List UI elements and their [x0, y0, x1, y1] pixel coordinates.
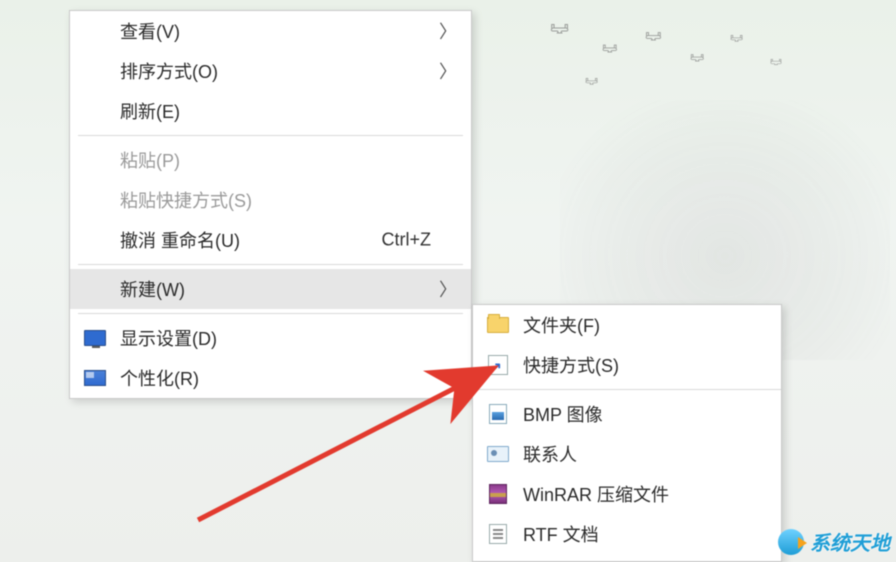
menu-item-personalize[interactable]: 个性化(R) — [70, 358, 471, 398]
menu-item-view[interactable]: 查看(V) 〉 — [70, 11, 471, 51]
menu-item-display-settings[interactable]: 显示设置(D) — [70, 318, 471, 358]
globe-logo-icon — [778, 529, 804, 555]
menu-item-label: WinRAR 压缩文件 — [523, 481, 669, 507]
shortcut-arrow-icon — [487, 355, 509, 375]
submenu-item-folder[interactable]: 文件夹(F) — [473, 305, 781, 345]
bmp-file-icon — [487, 404, 509, 424]
wallpaper-bird-icon: 𐃟 — [690, 50, 704, 67]
watermark: 系统天地 — [778, 527, 890, 556]
menu-separator — [78, 135, 463, 136]
wallpaper-bird-icon: 𐃟 — [730, 32, 743, 47]
folder-icon — [487, 315, 509, 335]
menu-item-label: 刷新(E) — [120, 98, 180, 124]
menu-item-label: 排序方式(O) — [120, 58, 218, 84]
menu-item-label: 文件夹(F) — [523, 312, 600, 338]
chevron-right-icon: 〉 — [439, 276, 457, 302]
menu-item-sort[interactable]: 排序方式(O) 〉 — [70, 51, 471, 91]
menu-item-label: RTF 文档 — [523, 521, 599, 547]
menu-item-label: 粘贴快捷方式(S) — [120, 187, 252, 213]
watermark-text: 系统天地 — [810, 527, 890, 556]
submenu-item-winrar[interactable]: WinRAR 压缩文件 — [473, 474, 781, 514]
menu-separator — [78, 313, 463, 314]
menu-item-label: 撤消 重命名(U) — [120, 227, 240, 253]
menu-item-paste-shortcut: 粘贴快捷方式(S) — [70, 180, 471, 220]
personalize-icon — [84, 368, 106, 388]
wallpaper-bird-icon: 𐃟 — [585, 75, 598, 90]
wallpaper-bird-icon: 𐃟 — [645, 28, 662, 47]
desktop-context-menu: 查看(V) 〉 排序方式(O) 〉 刷新(E) 粘贴(P) 粘贴快捷方式(S) … — [69, 10, 472, 399]
wallpaper-bird-icon: 𐃟 — [550, 18, 569, 40]
submenu-item-bmp[interactable]: BMP 图像 — [473, 394, 781, 434]
menu-item-shortcut: Ctrl+Z — [382, 230, 432, 251]
menu-item-label: BMP 图像 — [523, 401, 603, 427]
submenu-item-rtf[interactable]: RTF 文档 — [473, 514, 781, 554]
menu-item-label: 新建(W) — [120, 276, 185, 302]
menu-item-label: 联系人 — [523, 441, 577, 467]
menu-item-paste: 粘贴(P) — [70, 140, 471, 180]
menu-item-refresh[interactable]: 刷新(E) — [70, 91, 471, 131]
chevron-right-icon: 〉 — [439, 58, 457, 84]
menu-item-label: 个性化(R) — [120, 365, 199, 391]
menu-item-label: 粘贴(P) — [120, 147, 180, 173]
submenu-item-shortcut[interactable]: 快捷方式(S) — [473, 345, 781, 385]
menu-item-label: 显示设置(D) — [120, 325, 217, 351]
monitor-icon — [84, 328, 106, 348]
wallpaper-bird-icon: 𐃟 — [770, 55, 782, 69]
menu-item-label: 快捷方式(S) — [523, 352, 619, 378]
chevron-right-icon: 〉 — [439, 18, 457, 44]
menu-separator — [78, 264, 463, 265]
menu-separator — [473, 389, 781, 390]
wallpaper-bird-icon: 𐃟 — [602, 40, 618, 58]
contact-card-icon — [487, 444, 509, 464]
menu-item-label: 查看(V) — [120, 18, 180, 44]
rtf-file-icon — [487, 524, 509, 544]
menu-item-undo-rename[interactable]: 撤消 重命名(U) Ctrl+Z — [70, 220, 471, 260]
menu-item-new[interactable]: 新建(W) 〉 — [70, 269, 471, 309]
winrar-archive-icon — [487, 484, 509, 504]
new-submenu: 文件夹(F) 快捷方式(S) BMP 图像 联系人 WinRAR 压缩文件 RT… — [472, 304, 782, 562]
submenu-item-contact[interactable]: 联系人 — [473, 434, 781, 474]
